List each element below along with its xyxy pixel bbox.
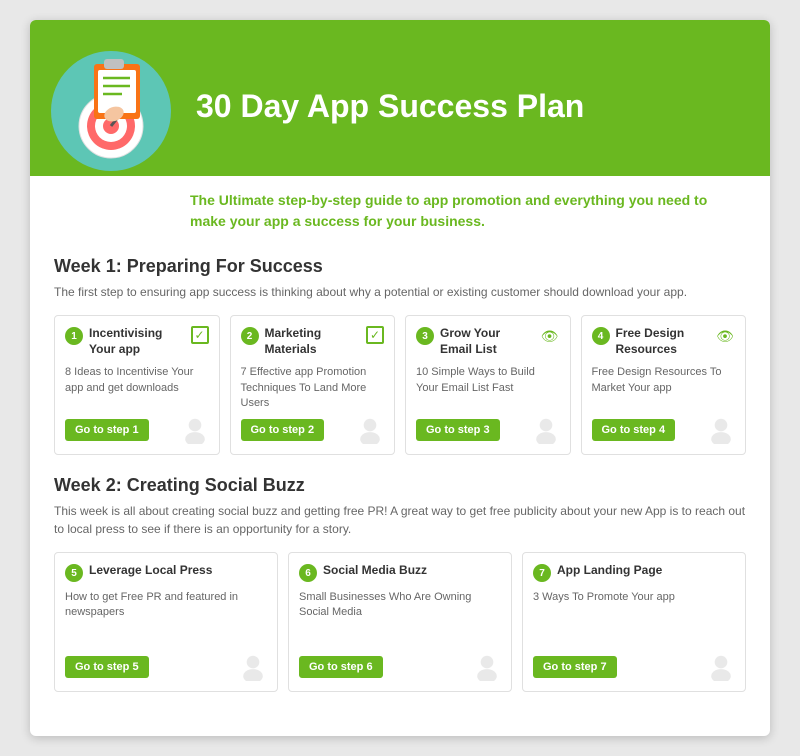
card-step-6: 6 Social Media Buzz Small Businesses Who…	[288, 552, 512, 692]
page-wrapper: 30 Day App Success Plan The Ultimate ste…	[30, 20, 770, 736]
card-step-2: 2 Marketing Materials ✓ 7 Effective app …	[230, 315, 396, 455]
step-number-7: 7	[533, 564, 551, 582]
card-description-7: 3 Ways To Promote Your app	[533, 590, 735, 605]
go-button-step-5[interactable]: Go to step 5	[65, 656, 149, 678]
card-step-3: 3 Grow Your Email List 👁 10 Simple Ways …	[405, 315, 571, 455]
header-title: 30 Day App Success Plan	[176, 87, 584, 125]
card-description-6: Small Businesses Who Are Owning Social M…	[299, 590, 501, 621]
card-footer-7: Go to step 7	[533, 653, 735, 681]
step-number-6: 6	[299, 564, 317, 582]
card-description-2: 7 Effective app Promotion Techniques To …	[241, 365, 385, 411]
card-header-5: 5 Leverage Local Press	[65, 563, 267, 582]
card-footer-2: Go to step 2	[241, 416, 385, 444]
cards-grid-2: 5 Leverage Local Press How to get Free P…	[54, 552, 746, 692]
step-number-1: 1	[65, 327, 83, 345]
avatar-icon-6	[473, 653, 501, 681]
card-header-6: 6 Social Media Buzz	[299, 563, 501, 582]
week-title-2: Week 2: Creating Social Buzz	[54, 475, 746, 496]
avatar-icon-7	[707, 653, 735, 681]
week-description-1: The first step to ensuring app success i…	[54, 283, 746, 301]
card-step-1: 1 Incentivising Your app ✓ 8 Ideas to In…	[54, 315, 220, 455]
card-footer-4: Go to step 4	[592, 416, 736, 444]
cards-grid-1: 1 Incentivising Your app ✓ 8 Ideas to In…	[54, 315, 746, 455]
card-title-6: Social Media Buzz	[323, 563, 501, 579]
card-header-2: 2 Marketing Materials ✓	[241, 326, 385, 357]
step-number-2: 2	[241, 327, 259, 345]
card-footer-3: Go to step 3	[416, 416, 560, 444]
avatar-icon-3	[532, 416, 560, 444]
card-title-4: Free Design Resources	[616, 326, 712, 357]
go-button-step-7[interactable]: Go to step 7	[533, 656, 617, 678]
card-header-3: 3 Grow Your Email List 👁	[416, 326, 560, 357]
header-icon	[46, 46, 176, 176]
step-number-5: 5	[65, 564, 83, 582]
avatar-icon-2	[356, 416, 384, 444]
go-button-step-3[interactable]: Go to step 3	[416, 419, 500, 441]
avatar-icon-1	[181, 416, 209, 444]
go-button-step-4[interactable]: Go to step 4	[592, 419, 676, 441]
card-step-7: 7 App Landing Page 3 Ways To Promote You…	[522, 552, 746, 692]
card-header-7: 7 App Landing Page	[533, 563, 735, 582]
card-title-3: Grow Your Email List	[440, 326, 536, 357]
eye-icon-step-3: 👁	[540, 326, 560, 346]
avatar-icon-4	[707, 416, 735, 444]
card-step-5: 5 Leverage Local Press How to get Free P…	[54, 552, 278, 692]
card-title-2: Marketing Materials	[265, 326, 363, 357]
header: 30 Day App Success Plan	[30, 20, 770, 176]
card-footer-6: Go to step 6	[299, 653, 501, 681]
subtitle-text: The Ultimate step-by-step guide to app p…	[190, 190, 746, 232]
week-description-2: This week is all about creating social b…	[54, 502, 746, 538]
card-description-1: 8 Ideas to Incentivise Your app and get …	[65, 365, 209, 396]
check-icon-step-2: ✓	[366, 326, 384, 344]
card-title-5: Leverage Local Press	[89, 563, 267, 579]
go-button-step-6[interactable]: Go to step 6	[299, 656, 383, 678]
week-section-2: Week 2: Creating Social Buzz This week is…	[54, 475, 746, 692]
card-header-1: 1 Incentivising Your app ✓	[65, 326, 209, 357]
card-title-7: App Landing Page	[557, 563, 735, 579]
step-number-4: 4	[592, 327, 610, 345]
check-icon-step-1: ✓	[191, 326, 209, 344]
step-number-3: 3	[416, 327, 434, 345]
card-step-4: 4 Free Design Resources 👁 Free Design Re…	[581, 315, 747, 455]
card-title-1: Incentivising Your app	[89, 326, 187, 357]
eye-icon-step-4: 👁	[715, 326, 735, 346]
card-header-4: 4 Free Design Resources 👁	[592, 326, 736, 357]
card-description-4: Free Design Resources To Market Your app	[592, 365, 736, 396]
card-description-5: How to get Free PR and featured in newsp…	[65, 590, 267, 621]
avatar-icon-5	[239, 653, 267, 681]
week-title-1: Week 1: Preparing For Success	[54, 256, 746, 277]
card-footer-1: Go to step 1	[65, 416, 209, 444]
card-description-3: 10 Simple Ways to Build Your Email List …	[416, 365, 560, 396]
card-footer-5: Go to step 5	[65, 653, 267, 681]
content: Week 1: Preparing For Success The first s…	[30, 246, 770, 736]
week-section-1: Week 1: Preparing For Success The first s…	[54, 256, 746, 455]
go-button-step-2[interactable]: Go to step 2	[241, 419, 325, 441]
go-button-step-1[interactable]: Go to step 1	[65, 419, 149, 441]
subtitle-bar: The Ultimate step-by-step guide to app p…	[30, 176, 770, 246]
